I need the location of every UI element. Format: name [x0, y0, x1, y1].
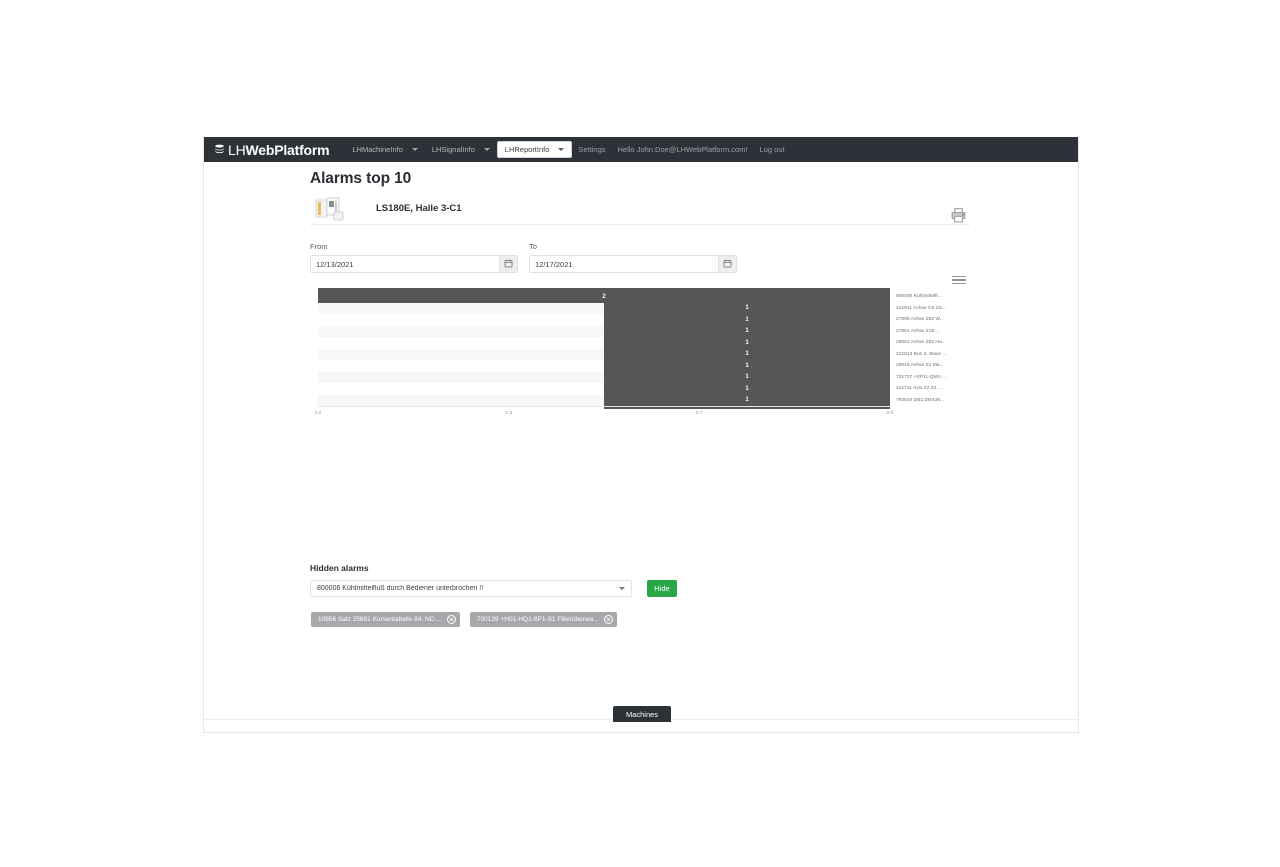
hidden-alarm-tag-label: 700139 +H01-HQ1-8P1-S1 Filterüberwa...: [476, 616, 599, 623]
nav-item-lhmachineinfo[interactable]: LHMachineInfo: [345, 141, 424, 158]
from-date-field[interactable]: 12/13/2021: [310, 255, 518, 273]
hidden-alarm-tag: 10956 Satz 25691 Kurventabelle 84: NC-..…: [311, 612, 460, 627]
hidden-alarm-tags: 10956 Satz 25691 Kurventabelle 84: NC-..…: [311, 612, 617, 627]
brand-logo[interactable]: LH WebPlatform: [214, 141, 330, 158]
from-calendar-button[interactable]: [499, 256, 517, 272]
nav-user-greeting: Hello John.Doe@LHWebPlatform.com!: [617, 145, 748, 154]
chart-category-label: 221913 Bus 3. Slave ...: [896, 351, 947, 357]
chart-x-axis: 2.0 1.3 0.7 0.0: [314, 406, 893, 420]
chart-category-label: 221711 Axis Z2 Z2 ...: [896, 386, 942, 392]
chart-x-tick-label: 2.0: [314, 411, 322, 416]
chart-x-tick-label: 0.0: [886, 411, 894, 416]
nav-item-label: LHReportInfo: [504, 145, 550, 154]
print-button[interactable]: [946, 205, 970, 231]
hidden-alarms-select[interactable]: 800006 Kühlmittelfluß durch Bediener unt…: [310, 580, 632, 597]
to-date-field[interactable]: 12/17/2021: [529, 255, 737, 273]
chart-plot-area: 2 800006 Kühlmittelfl... 1 221911 Achse C6 …: [310, 288, 970, 409]
layers-icon: [214, 144, 225, 155]
to-date-input[interactable]: 12/17/2021: [530, 256, 718, 272]
chart-category-label: 792034 DB2.DBX36...: [896, 397, 945, 403]
nav-item-label: LHMachineInfo: [352, 145, 403, 154]
close-circle-icon[interactable]: [446, 615, 456, 624]
page-title: Alarms top 10: [310, 170, 412, 187]
chart-x-tick-label: 1.3: [505, 411, 513, 416]
application-window: LH WebPlatform LHMachineInfo LHSignalInfo…: [203, 137, 1079, 733]
page-content: Alarms top 10 LS180E, Halle 3-C1 From 12…: [204, 162, 1078, 732]
chart-x-tick-label: 0.7: [695, 411, 703, 416]
nav-item-settings[interactable]: Settings: [572, 141, 611, 158]
nav-item-lhreportinfo[interactable]: LHReportInfo: [496, 141, 573, 158]
chart-category-label: 221911 Achse C6 C6...: [896, 305, 946, 311]
hidden-alarm-tag-label: 10956 Satz 25691 Kurventabelle 84: NC-..…: [318, 616, 442, 623]
chart-bar-row: 1 792034 DB2.DBX36...: [310, 391, 970, 409]
from-date-label: From: [310, 242, 328, 251]
chart-category-label: 28019 Achse Z1 Ma...: [896, 363, 944, 369]
close-circle-icon[interactable]: [603, 615, 613, 624]
from-date-group: From 12/13/2021: [310, 242, 518, 273]
chart-category-label: 701737 +SP11-QM1-...: [896, 374, 947, 380]
hidden-alarms-selected-value: 800006 Kühlmittelfluß durch Bediener unt…: [317, 585, 484, 592]
chart-category-label: 27006 Achse Z82 W...: [896, 317, 944, 323]
hidden-alarm-tag: 700139 +H01-HQ1-8P1-S1 Filterüberwa...: [469, 612, 617, 627]
to-calendar-button[interactable]: [718, 256, 736, 272]
machines-button[interactable]: Machines: [613, 706, 671, 722]
brand-lh-text: LH: [228, 141, 246, 158]
calendar-icon: [504, 256, 513, 272]
calendar-icon: [723, 256, 732, 272]
nav-item-label: LHSignalInfo: [431, 145, 475, 154]
to-date-label: To: [529, 242, 537, 251]
printer-icon: [950, 207, 967, 229]
nav-item-logout[interactable]: Log out: [754, 141, 791, 158]
to-date-group: To 12/17/2021: [529, 242, 737, 273]
hidden-alarms-title: Hidden alarms: [310, 563, 369, 573]
machine-header: LS180E, Halle 3-C1: [310, 193, 970, 225]
from-date-input[interactable]: 12/13/2021: [311, 256, 499, 272]
chart-category-label: 28001 Achse Z82 Ha...: [896, 340, 946, 346]
chart-category-label: 800006 Kühlmittelfl...: [896, 294, 942, 300]
machine-icon: [314, 196, 354, 222]
hamburger-menu-icon[interactable]: [952, 274, 966, 286]
chevron-down-icon: [558, 148, 565, 151]
machine-name: LS180E, Halle 3-C1: [376, 203, 462, 214]
chevron-down-icon: [411, 148, 418, 151]
brand-web-text: WebPlatform: [245, 141, 330, 158]
hide-button[interactable]: Hide: [647, 580, 677, 597]
top-navigation-bar: LH WebPlatform LHMachineInfo LHSignalInfo…: [204, 137, 1078, 162]
chevron-down-icon: [619, 587, 625, 590]
chevron-down-icon: [483, 148, 490, 151]
alarms-bar-chart: 2 800006 Kühlmittelfl... 1 221911 Achse C6 …: [310, 274, 970, 424]
chart-category-label: 27001 Achse Z18...: [896, 328, 939, 334]
nav-item-lhsignalinfo[interactable]: LHSignalInfo: [425, 141, 497, 158]
